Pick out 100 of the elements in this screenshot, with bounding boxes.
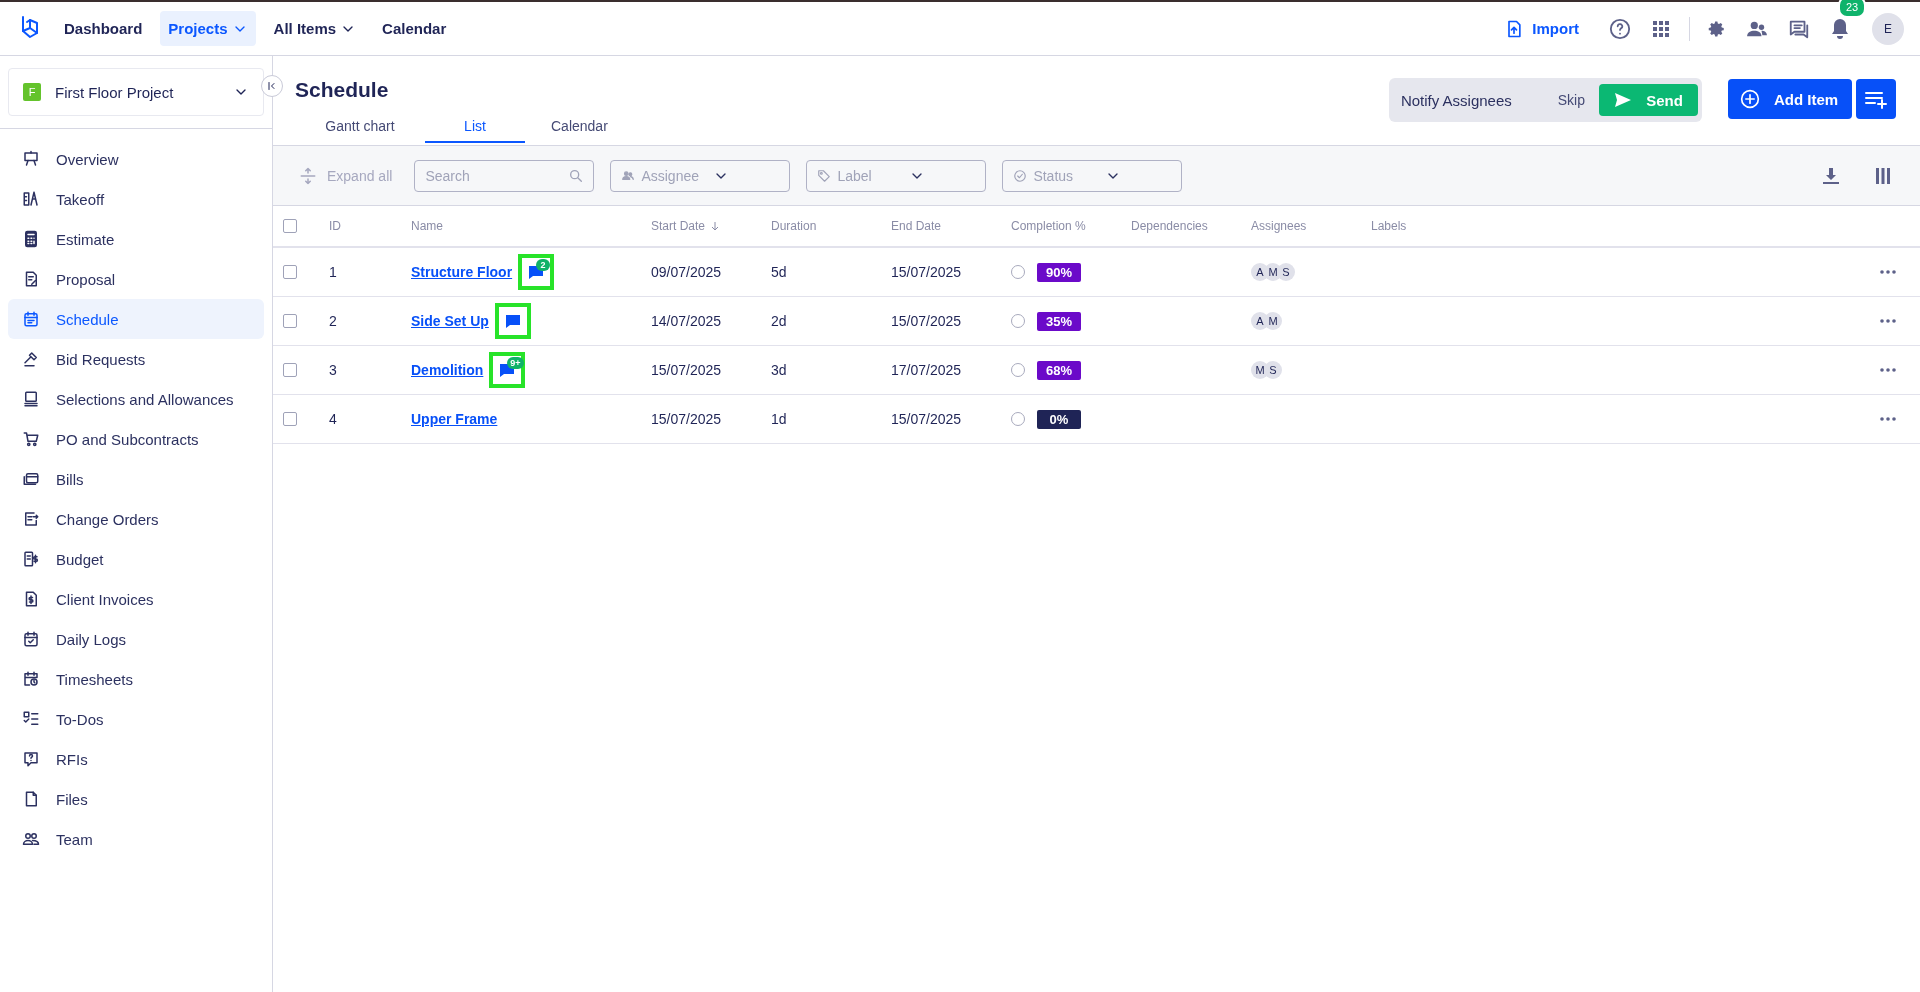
monitor-icon: [22, 390, 40, 408]
sidebar-item[interactable]: Team: [8, 819, 264, 859]
row-checkbox[interactable]: [283, 412, 297, 426]
sidebar-item[interactable]: PO and Subcontracts: [8, 419, 264, 459]
nav-tab[interactable]: Dashboard: [56, 11, 151, 46]
duration-cell-text: 1d: [771, 411, 788, 427]
complete-radio[interactable]: [1011, 412, 1025, 426]
comment-icon: [504, 313, 521, 329]
completion-badge: 68%: [1037, 360, 1081, 380]
cart-icon: [22, 430, 40, 448]
people-icon: [22, 830, 40, 848]
column-header[interactable]: Completion %: [1011, 219, 1086, 233]
add-item-button[interactable]: Add Item: [1728, 79, 1852, 119]
sidebar-item[interactable]: Takeoff: [8, 179, 264, 219]
people-icon: [621, 168, 636, 183]
sidebar-item[interactable]: Estimate: [8, 219, 264, 259]
sidebar-item[interactable]: RFIs: [8, 739, 264, 779]
completion-badge: 90%: [1037, 262, 1081, 282]
date-cell-text: 09/07/2025: [651, 264, 723, 280]
sidebar-item[interactable]: Proposal: [8, 259, 264, 299]
add-list-button[interactable]: [1856, 79, 1896, 119]
nav-tab[interactable]: Calendar: [374, 11, 455, 46]
task-link[interactable]: Demolition: [411, 362, 484, 378]
duration-cell-text: 3d: [771, 362, 788, 378]
id-cell-text: 3: [329, 362, 338, 378]
view-tab[interactable]: Calendar: [525, 110, 625, 143]
sidebar-item[interactable]: Selections and Allowances: [8, 379, 264, 419]
help-circle-icon: [1609, 17, 1631, 40]
date-cell-text: 15/07/2025: [651, 362, 723, 378]
notification-badge: 23: [1838, 0, 1867, 18]
import-button[interactable]: Import: [1498, 16, 1585, 41]
check-circle-icon: [1013, 168, 1028, 183]
sidebar-item[interactable]: Timesheets: [8, 659, 264, 699]
assignee-avatar: M: [1264, 312, 1282, 330]
page-title: Schedule: [295, 78, 390, 102]
sidebar-item[interactable]: Change Orders: [8, 499, 264, 539]
sidebar-item[interactable]: To-Dos: [8, 699, 264, 739]
sidebar-item[interactable]: Budget: [8, 539, 264, 579]
checklist-icon: [22, 710, 40, 728]
notify-label: Notify Assignees: [1399, 91, 1513, 109]
date-cell-text: 15/07/2025: [891, 313, 963, 329]
row-checkbox[interactable]: [283, 265, 297, 279]
complete-radio[interactable]: [1011, 363, 1025, 377]
user-avatar[interactable]: E: [1872, 12, 1904, 45]
duration-cell-text: 2d: [771, 313, 788, 329]
id-cell-text: 1: [329, 264, 338, 280]
collapse-left-icon: [266, 80, 278, 92]
date-cell-text: 15/07/2025: [891, 264, 963, 280]
dollar-sheet-icon: [22, 550, 40, 568]
nav-tab[interactable]: Projects: [160, 11, 256, 46]
assignee-avatar: S: [1277, 263, 1295, 281]
task-link[interactable]: Upper Frame: [411, 411, 498, 427]
completion-badge: 0%: [1037, 409, 1081, 429]
select-all-checkbox[interactable]: [283, 219, 297, 233]
complete-radio[interactable]: [1011, 314, 1025, 328]
notifications-icon[interactable]: [1830, 17, 1850, 40]
completion-badge: 35%: [1037, 311, 1081, 331]
row-checkbox[interactable]: [283, 314, 297, 328]
tag-icon: [817, 168, 832, 183]
sidebar-item[interactable]: Daily Logs: [8, 619, 264, 659]
row-checkbox[interactable]: [283, 363, 297, 377]
search-icon: [568, 167, 585, 184]
sidebar-item[interactable]: Bills: [8, 459, 264, 499]
calendar-icon: [22, 310, 40, 328]
gavel-icon: [22, 350, 40, 368]
date-cell-text: 15/07/2025: [891, 411, 963, 427]
sidebar-item[interactable]: Overview: [8, 139, 264, 179]
comment-button[interactable]: [494, 303, 531, 339]
comment-count-badge: 2: [536, 259, 551, 271]
calendar-check-icon: [22, 630, 40, 648]
duration-cell-text: 5d: [771, 264, 788, 280]
task-link[interactable]: Side Set Up: [411, 313, 489, 329]
plus-circle-icon: [1740, 89, 1760, 109]
cards-icon: [22, 470, 40, 488]
expand-icon: [299, 166, 317, 185]
id-cell-text: 2: [329, 313, 338, 329]
complete-radio[interactable]: [1011, 265, 1025, 279]
project-badge: F: [23, 83, 41, 101]
collapse-sidebar-button[interactable]: [261, 75, 283, 97]
date-cell-text: 14/07/2025: [651, 313, 723, 329]
assignee-avatar: S: [1264, 361, 1282, 379]
skip-button[interactable]: Skip: [1551, 91, 1591, 109]
sidebar-item[interactable]: Files: [8, 779, 264, 819]
date-cell-text: 17/07/2025: [891, 362, 963, 378]
calculator-icon: [22, 230, 40, 248]
view-tab[interactable]: List: [425, 110, 525, 143]
comment-count-badge: 9+: [507, 357, 524, 369]
chat-question-icon: [22, 750, 40, 768]
sidebar-item[interactable]: Client Invoices: [8, 579, 264, 619]
easel-icon: [22, 150, 40, 168]
date-cell-text: 15/07/2025: [651, 411, 723, 427]
calendar-clock-icon: [22, 670, 40, 688]
project-selector[interactable]: F First Floor Project: [8, 68, 264, 116]
sidebar-item[interactable]: Schedule: [8, 299, 264, 339]
search-field[interactable]: Search: [414, 159, 595, 192]
view-tab[interactable]: Gantt chart: [295, 110, 425, 143]
sidebar-item[interactable]: Bid Requests: [8, 339, 264, 379]
nav-tab[interactable]: All Items: [265, 11, 365, 46]
send-icon: [1614, 92, 1633, 108]
task-link[interactable]: Structure Floor: [411, 264, 513, 280]
